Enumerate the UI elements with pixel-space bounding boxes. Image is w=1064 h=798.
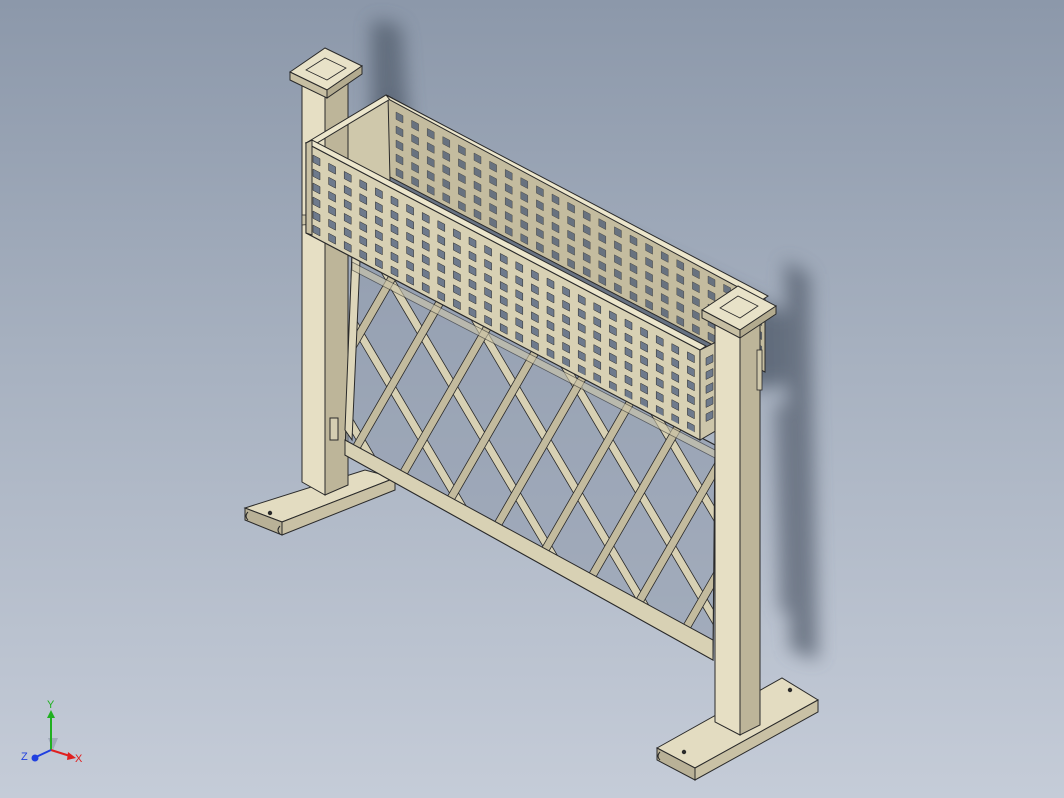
lattice-bar bbox=[0, 240, 259, 680]
z-axis-label: Z bbox=[21, 751, 28, 763]
axis-triad: Y X Z bbox=[21, 700, 83, 765]
left-post-cap bbox=[289, 47, 363, 99]
z-axis-arrow bbox=[31, 754, 39, 762]
right-post bbox=[714, 321, 763, 736]
z-axis-line bbox=[35, 749, 52, 758]
lattice-bar bbox=[858, 240, 1064, 680]
lattice-bar bbox=[888, 180, 1064, 700]
lattice-bar bbox=[1012, 180, 1064, 700]
graphics-viewport[interactable]: Y X Z bbox=[0, 0, 1064, 798]
lattice-bar bbox=[796, 240, 1064, 680]
lattice-bar bbox=[826, 180, 1064, 700]
lattice-bar bbox=[920, 240, 1064, 680]
y-axis-arrow bbox=[47, 710, 55, 718]
y-axis-label: Y bbox=[47, 700, 55, 711]
x-axis-label: X bbox=[75, 753, 83, 765]
lattice-bar bbox=[0, 240, 197, 680]
lattice-bar bbox=[982, 240, 1064, 680]
lattice-bar bbox=[950, 180, 1064, 700]
x-axis-line bbox=[50, 749, 71, 757]
lattice-bar bbox=[52, 240, 321, 680]
planter-fence-model[interactable] bbox=[0, 0, 1064, 798]
